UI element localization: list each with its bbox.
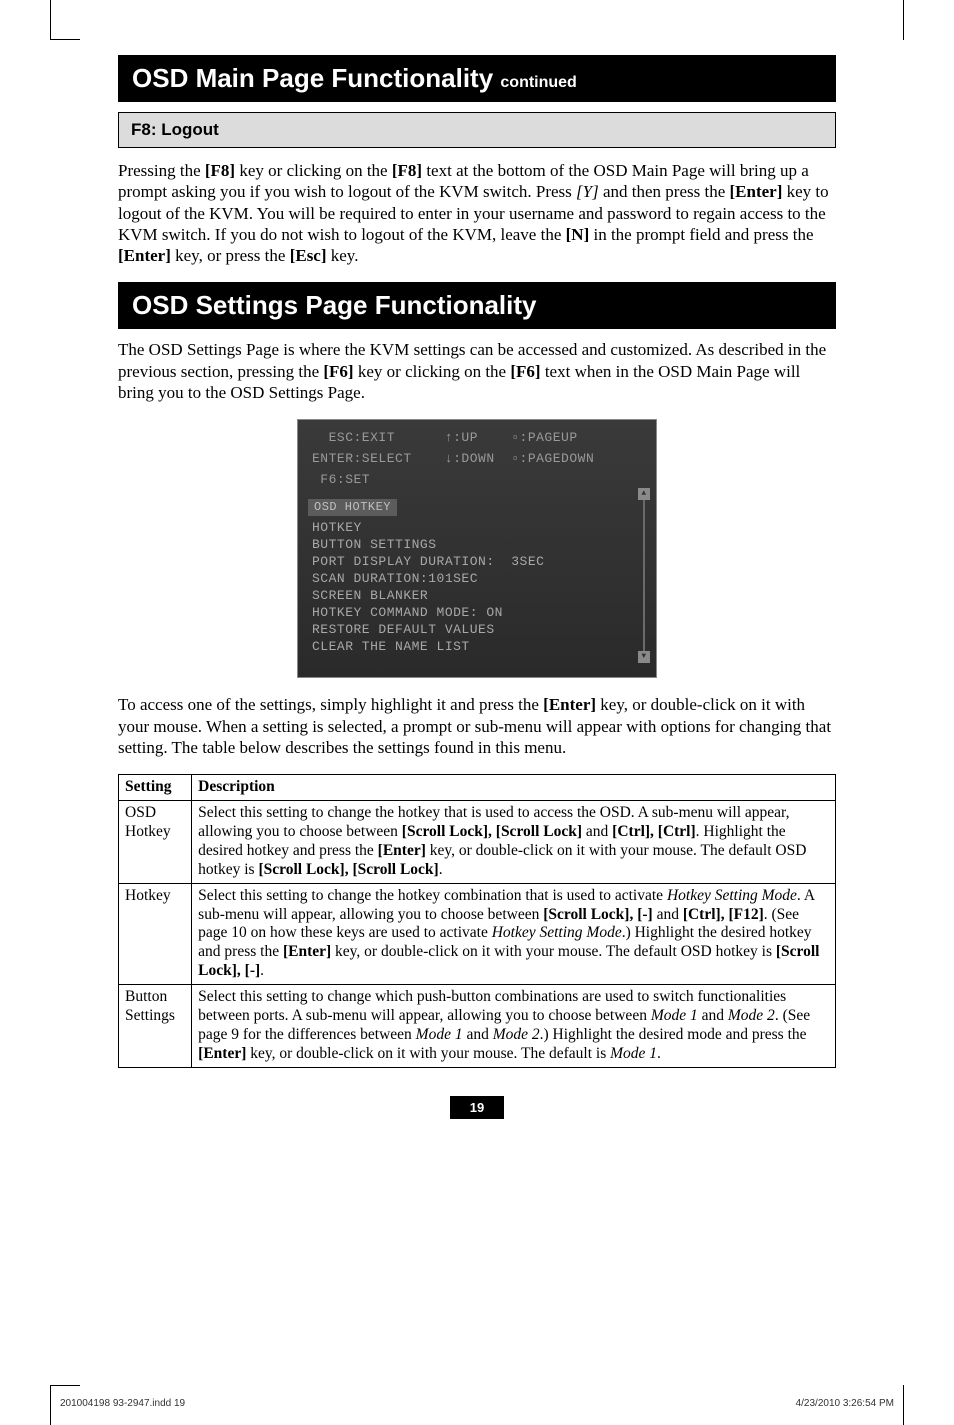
table-cell-setting: OSD Hotkey: [119, 801, 192, 884]
table-cell-description: Select this setting to change the hotkey…: [192, 801, 836, 884]
osd-header-line: ESC:EXIT ↑:UP ▫:PAGEUP: [312, 430, 642, 447]
subsection-title-bar: F8: Logout: [118, 112, 836, 148]
section-title-bar: OSD Settings Page Functionality: [118, 282, 836, 329]
table-row: Button Settings Select this setting to c…: [119, 985, 836, 1068]
osd-menu-item: BUTTON SETTINGS: [312, 537, 642, 554]
table-cell-setting: Hotkey: [119, 883, 192, 985]
table-cell-description: Select this setting to change which push…: [192, 985, 836, 1068]
print-footer: 201004198 93-2947.indd 19 4/23/2010 3:26…: [60, 1398, 894, 1409]
osd-menu-item: CLEAR THE NAME LIST: [312, 639, 642, 656]
osd-menu-item: SCAN DURATION:101SEC: [312, 571, 642, 588]
table-header-row: Setting Description: [119, 775, 836, 801]
osd-screenshot: ESC:EXIT ↑:UP ▫:PAGEUP ENTER:SELECT ↓:DO…: [297, 419, 657, 678]
paragraph-access-settings: To access one of the settings, simply hi…: [118, 694, 836, 758]
table-row: Hotkey Select this setting to change the…: [119, 883, 836, 985]
footer-right: 4/23/2010 3:26:54 PM: [796, 1398, 894, 1409]
section-title-bar: OSD Main Page Functionality continued: [118, 55, 836, 102]
table-cell-description: Select this setting to change the hotkey…: [192, 883, 836, 985]
section-title: OSD Main Page Functionality: [132, 63, 493, 93]
osd-header-line: ENTER:SELECT ↓:DOWN ▫:PAGEDOWN: [312, 451, 642, 468]
table-header-setting: Setting: [119, 775, 192, 801]
scroll-down-icon: ▼: [638, 651, 650, 663]
table-header-description: Description: [192, 775, 836, 801]
osd-menu-item: PORT DISPLAY DURATION: 3SEC: [312, 554, 642, 571]
osd-menu-item: RESTORE DEFAULT VALUES: [312, 622, 642, 639]
paragraph-f8-logout: Pressing the [F8] key or clicking on the…: [118, 160, 836, 266]
scroll-up-icon: ▲: [638, 488, 650, 500]
scroll-track: [643, 500, 645, 651]
table-row: OSD Hotkey Select this setting to change…: [119, 801, 836, 884]
osd-menu-item: SCREEN BLANKER: [312, 588, 642, 605]
crop-mark: [50, 0, 80, 40]
table-cell-setting: Button Settings: [119, 985, 192, 1068]
osd-menu-item: HOTKEY COMMAND MODE: ON: [312, 605, 642, 622]
crop-mark: [903, 0, 904, 40]
osd-highlighted-item: OSD HOTKEY: [308, 499, 397, 517]
section-title: OSD Settings Page Functionality: [132, 290, 537, 320]
scrollbar: ▲ ▼: [638, 488, 650, 663]
osd-menu-list: HOTKEY BUTTON SETTINGS PORT DISPLAY DURA…: [312, 520, 642, 655]
settings-table: Setting Description OSD Hotkey Select th…: [118, 774, 836, 1068]
section-title-suffix: continued: [500, 74, 576, 91]
crop-mark: [903, 1385, 904, 1425]
page-number: 19: [450, 1096, 504, 1119]
page-number-badge: 19: [118, 1096, 836, 1119]
paragraph-settings-intro: The OSD Settings Page is where the KVM s…: [118, 339, 836, 403]
osd-menu-item: HOTKEY: [312, 520, 642, 537]
osd-header-line: F6:SET: [312, 472, 642, 489]
subsection-title: F8: Logout: [131, 120, 219, 139]
footer-left: 201004198 93-2947.indd 19: [60, 1398, 185, 1409]
